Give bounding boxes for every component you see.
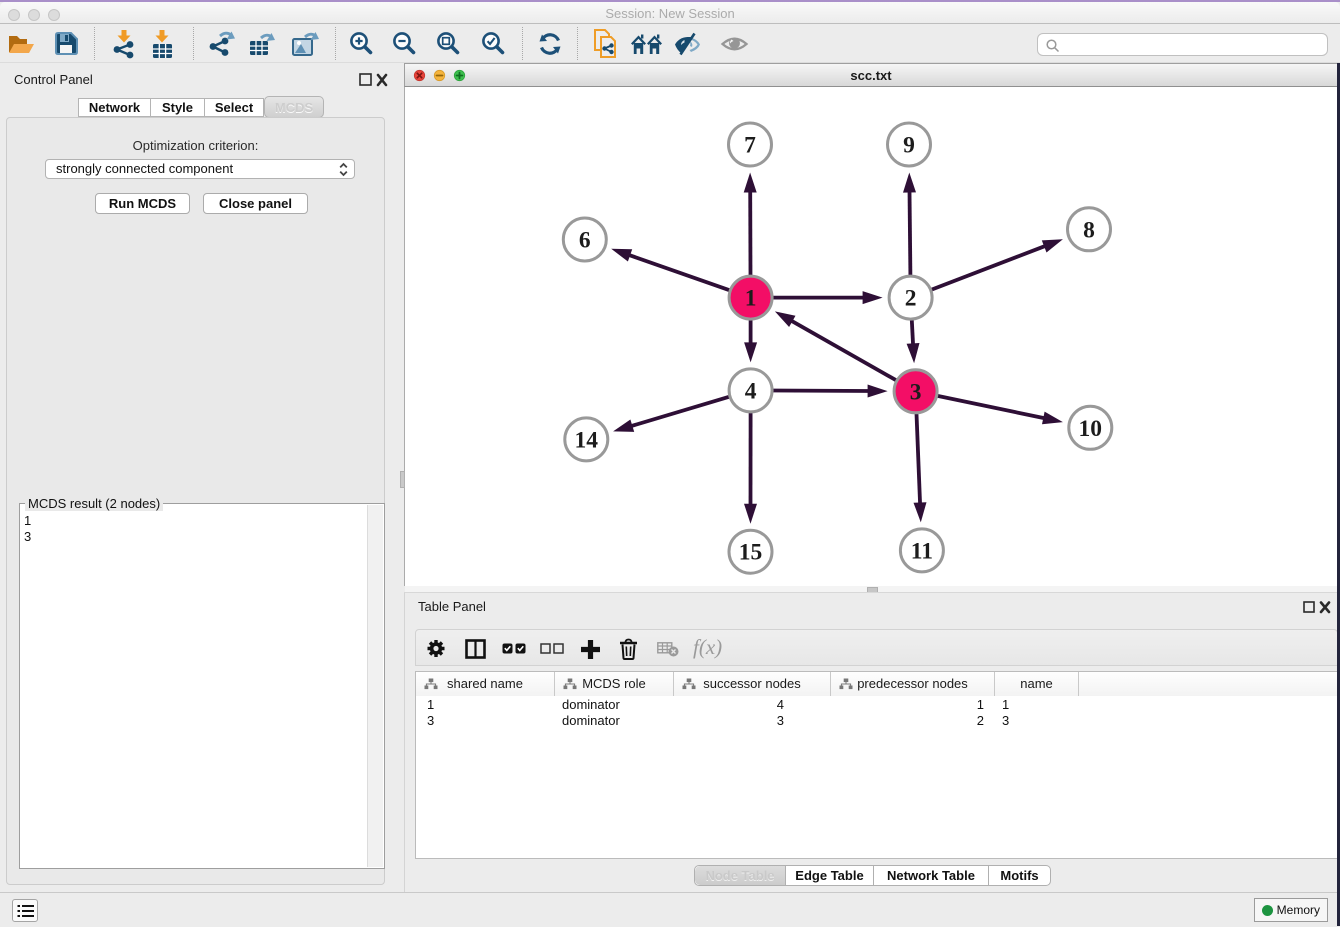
- svg-text:14: 14: [575, 427, 599, 453]
- svg-text:9: 9: [903, 133, 915, 159]
- svg-text:11: 11: [911, 538, 933, 564]
- svg-text:10: 10: [1079, 416, 1103, 442]
- svg-text:7: 7: [744, 133, 756, 159]
- svg-text:1: 1: [745, 286, 757, 312]
- svg-text:4: 4: [745, 378, 757, 404]
- svg-text:6: 6: [579, 228, 591, 254]
- svg-text:15: 15: [739, 540, 763, 566]
- svg-text:8: 8: [1083, 217, 1095, 243]
- svg-text:3: 3: [910, 379, 922, 405]
- svg-text:2: 2: [905, 286, 917, 312]
